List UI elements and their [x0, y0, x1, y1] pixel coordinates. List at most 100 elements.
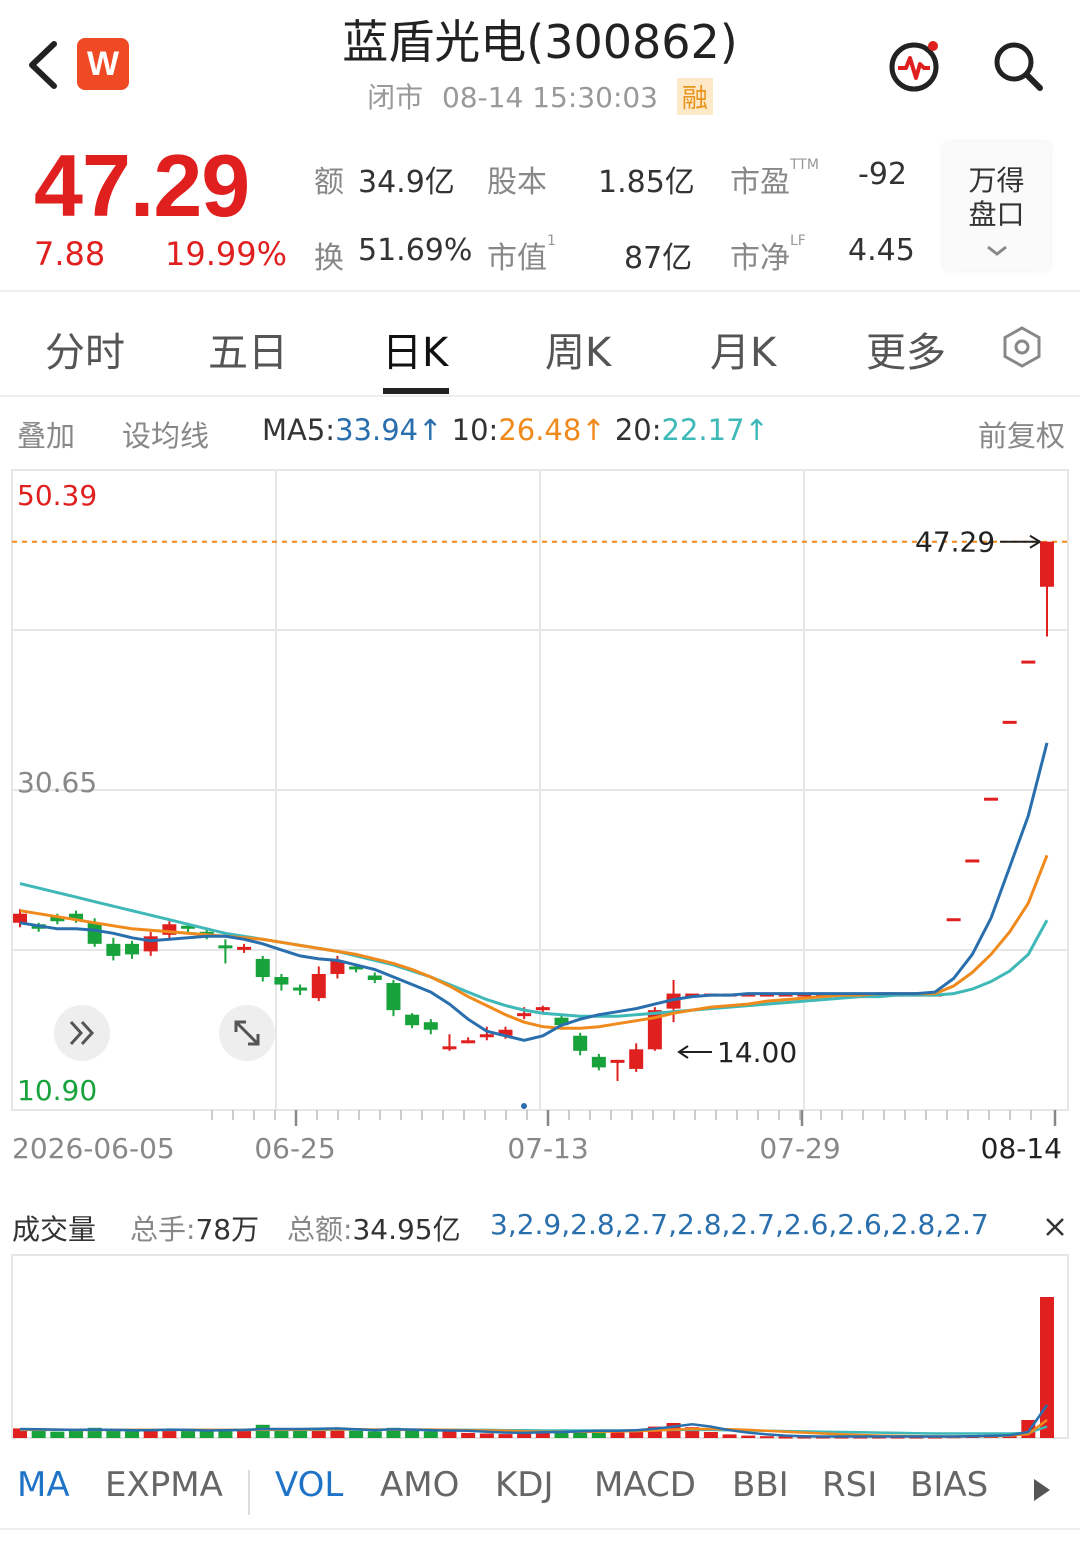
candle-body [629, 1049, 644, 1069]
price-change: 7.88 [34, 235, 106, 273]
candle-body [610, 1059, 625, 1063]
candle-body [255, 958, 270, 977]
wind-button-line1: 万得 [968, 164, 1025, 197]
volume-bar [367, 1431, 382, 1438]
ma-legend-row: 叠加 设均线 MA5:33.94↑ 10:26.48↑ 20:22.17↑ 前复… [0, 405, 1080, 460]
volume-bar [498, 1434, 513, 1438]
tab-intraday[interactable]: 分时 [45, 320, 125, 378]
volume-frame [11, 1254, 1069, 1439]
candle-body [13, 913, 27, 923]
indicator-tabs: MA EXPMA VOL AMO KDJ MACD BBI RSI BIAS [0, 1450, 1080, 1530]
tab-more[interactable]: 更多 [866, 320, 946, 378]
volume-bar [181, 1430, 196, 1438]
volume-bar [442, 1431, 457, 1438]
overlay-button[interactable]: 叠加 [17, 413, 75, 455]
settings-hexagon-icon[interactable] [1000, 325, 1044, 369]
share-capital-label: 股本 [487, 165, 547, 200]
candle-body [311, 973, 326, 999]
candle-body [237, 946, 252, 950]
set-ma-button[interactable]: 设均线 [122, 413, 209, 455]
candle-body [386, 983, 401, 1011]
market-time: 08-14 15:30:03 [441, 81, 658, 114]
volume-bar [1040, 1297, 1054, 1438]
pe-value: -92 [858, 157, 907, 192]
wind-orderbook-button[interactable]: 万得 盘口 [943, 142, 1050, 270]
amount-label: 额 [314, 165, 344, 200]
candle-body [367, 975, 382, 981]
vma5-value: 3,2.9,2.8,2.7,2.8,2.7,2.6,2.6,2.8,2.7,2.… [490, 1208, 990, 1241]
fullscreen-button[interactable] [219, 1005, 275, 1061]
x-axis-label: 06-25 [254, 1132, 335, 1165]
ma10-line [19, 854, 1049, 1030]
volume-bar [293, 1430, 308, 1438]
candle-body [1040, 541, 1054, 587]
volume-bar [479, 1433, 494, 1438]
volume-title: 成交量 [12, 1213, 97, 1246]
price-change-pct: 19.99% [165, 235, 288, 273]
indicator-macd[interactable]: MACD [594, 1465, 696, 1505]
x-axis-label: 08-14 [981, 1132, 1062, 1165]
expand-left-button[interactable] [54, 1005, 110, 1061]
indicator-amo[interactable]: AMO [380, 1465, 459, 1505]
vma-legend: 3,2.9,2.8,2.7,2.8,2.7,2.6,2.6,2.8,2.7,2.… [490, 1208, 990, 1241]
candle-body [106, 943, 121, 956]
volume-bar [423, 1431, 438, 1438]
period-tabs: 分时 五日 日K 周K 月K 更多 [0, 300, 1080, 395]
volume-bar [703, 1432, 718, 1438]
indicator-vol[interactable]: VOL [275, 1465, 343, 1505]
tab-weekly-k[interactable]: 周K [545, 320, 611, 378]
search-icon[interactable] [990, 38, 1046, 94]
header: W 蓝盾光电(300862) 闭市 08-14 15:30:03 融 [0, 0, 1080, 125]
wind-button-line2: 盘口 [968, 198, 1025, 231]
divider [0, 1528, 1080, 1530]
pb-label: 市净LF [730, 233, 806, 276]
x-axis-label: 07-13 [507, 1132, 588, 1165]
volume-bar [31, 1430, 46, 1438]
volume-bar [125, 1431, 140, 1438]
ma20-value: 22.17↑ [661, 413, 769, 447]
divider [248, 1470, 250, 1515]
ma5-label: MA5: [262, 413, 336, 447]
divider [0, 395, 1080, 397]
candlestick-chart[interactable]: 50.39 30.65 10.90 47.29 14.00 2026-06-05 06-25… [0, 460, 1080, 1200]
active-tab-indicator [383, 388, 449, 394]
play-triangle-icon[interactable] [1030, 1475, 1052, 1505]
candle-body [965, 859, 980, 863]
ma10-label: 10: [451, 413, 499, 447]
tab-five-day[interactable]: 五日 [208, 320, 288, 378]
candle-body [1021, 660, 1036, 664]
min-price-label: 14.00 [717, 1036, 797, 1069]
candle-body [983, 797, 998, 801]
tab-monthly-k[interactable]: 月K [710, 320, 776, 378]
close-icon[interactable] [1043, 1215, 1067, 1239]
last-price: 47.29 [34, 136, 250, 235]
indicator-bias[interactable]: BIAS [910, 1465, 988, 1505]
candle-body [479, 1034, 494, 1038]
volume-chart[interactable] [0, 1250, 1080, 1445]
ma-values: MA5:33.94↑ 10:26.48↑ 20:22.17↑ [262, 413, 769, 447]
candle-body [591, 1056, 606, 1068]
margin-trading-badge: 融 [676, 78, 713, 115]
indicator-expma[interactable]: EXPMA [105, 1465, 223, 1505]
volume-bar [349, 1430, 364, 1438]
tab-daily-k[interactable]: 日K [382, 320, 448, 378]
pulse-monitor-icon[interactable] [886, 38, 942, 94]
turnover-value: 51.69% [358, 233, 473, 268]
candle-body [461, 1040, 476, 1044]
y-axis-label: 30.65 [17, 766, 97, 799]
candle-body [218, 945, 233, 949]
candle-body [535, 1007, 550, 1011]
indicator-kdj[interactable]: KDJ [495, 1465, 554, 1505]
share-capital-value: 1.85亿 [598, 165, 695, 200]
indicator-bbi[interactable]: BBI [732, 1465, 789, 1505]
volume-header: 成交量 总手:78万 总额:34.95亿 3,2.9,2.8,2.7,2.8,2… [0, 1200, 1080, 1250]
volume-bar [237, 1430, 252, 1438]
indicator-ma[interactable]: MA [17, 1465, 70, 1505]
adjust-mode-button[interactable]: 前复权 [978, 413, 1065, 455]
indicator-rsi[interactable]: RSI [822, 1465, 877, 1505]
candle-body [405, 1014, 420, 1026]
y-axis-label: 50.39 [17, 479, 97, 512]
candle-body [1002, 720, 1017, 724]
candle-body [87, 922, 102, 944]
market-cap-value: 87亿 [624, 241, 693, 276]
